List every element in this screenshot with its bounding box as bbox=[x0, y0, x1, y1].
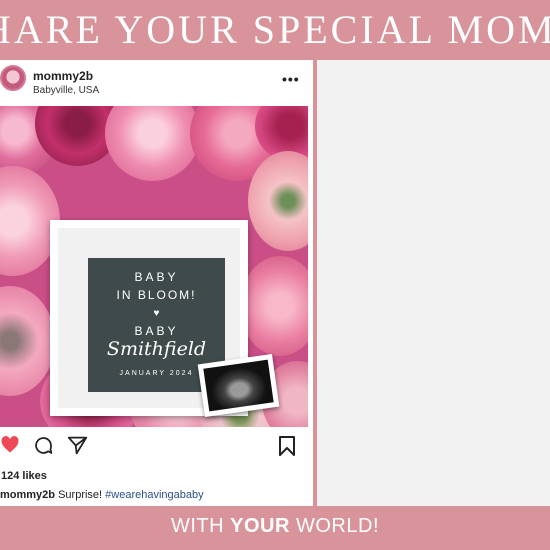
caption-username[interactable]: mommy2b bbox=[0, 489, 55, 501]
ultrasound-scan bbox=[203, 359, 274, 412]
letterboard-line-2: IN BLOOM! bbox=[116, 288, 197, 302]
username[interactable]: mommy2b bbox=[33, 69, 93, 83]
likes-count[interactable]: 124 likes bbox=[1, 470, 47, 482]
caption: mommy2b Surprise! #wearehavingababy bbox=[0, 489, 204, 501]
more-icon[interactable]: ••• bbox=[282, 71, 300, 87]
letterboard-name: Smithfield bbox=[106, 338, 207, 360]
action-bar bbox=[0, 433, 313, 463]
blank-panel bbox=[317, 60, 550, 506]
share-icon[interactable] bbox=[67, 435, 88, 456]
tagline-pre: WITH bbox=[170, 515, 231, 537]
caption-text: Surprise! bbox=[55, 489, 106, 501]
flower bbox=[105, 106, 200, 181]
letterboard-heart: ♥ bbox=[153, 308, 160, 319]
post-image: BABY IN BLOOM! ♥ BABY Smithfield JANUARY… bbox=[0, 106, 308, 427]
top-banner: HARE YOUR SPECIAL MOMENT bbox=[0, 0, 550, 60]
heart-icon[interactable] bbox=[0, 435, 20, 455]
tagline-post: WORLD! bbox=[289, 515, 379, 537]
instagram-post-card: mommy2b Babyville, USA ••• BABY IN BLOOM… bbox=[0, 60, 313, 506]
hashtag-link[interactable]: #wearehavingababy bbox=[105, 489, 203, 501]
location[interactable]: Babyville, USA bbox=[33, 85, 99, 96]
headline: HARE YOUR SPECIAL MOMENT bbox=[0, 7, 550, 52]
bottom-banner: WITH YOUR WORLD! bbox=[0, 506, 550, 550]
avatar[interactable] bbox=[0, 65, 26, 91]
ultrasound-photo bbox=[197, 354, 280, 417]
comment-icon[interactable] bbox=[33, 435, 54, 456]
flower bbox=[240, 256, 308, 356]
tagline: WITH YOUR WORLD! bbox=[171, 515, 379, 538]
letterboard-line-3: BABY bbox=[134, 324, 179, 338]
post-header: mommy2b Babyville, USA ••• bbox=[0, 60, 313, 106]
letterboard-line-1: BABY bbox=[134, 270, 179, 284]
bookmark-icon[interactable] bbox=[277, 435, 297, 457]
tagline-bold: YOUR bbox=[230, 515, 290, 537]
